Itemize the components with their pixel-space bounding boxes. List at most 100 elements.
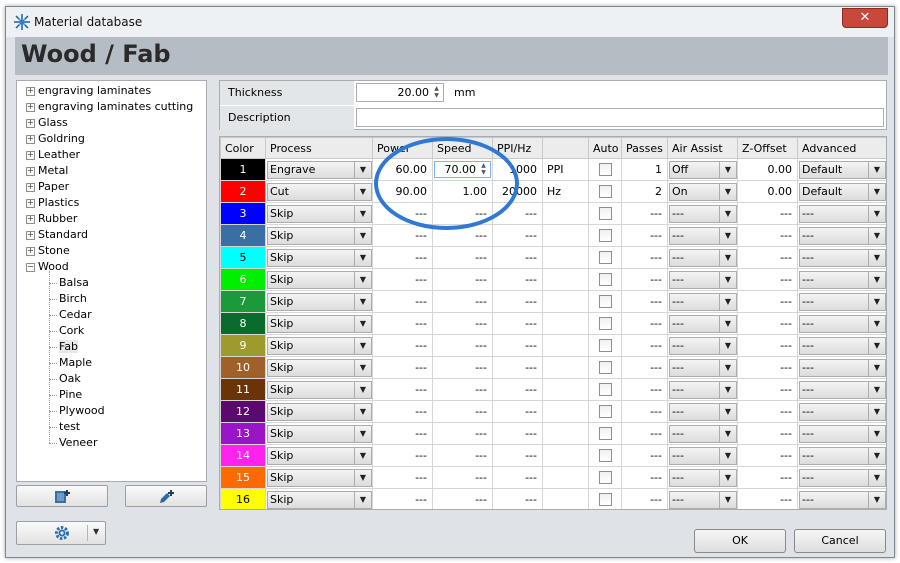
- tree-item-goldring[interactable]: + Goldring: [26, 131, 85, 147]
- process-dropdown[interactable]: Skip ▼: [267, 270, 372, 289]
- process-dropdown[interactable]: Cut ▼: [267, 182, 372, 201]
- advanced-dropdown[interactable]: --- ▼: [799, 380, 886, 399]
- color-swatch[interactable]: 13: [220, 422, 266, 445]
- chevron-down-icon[interactable]: ▼: [354, 425, 371, 442]
- auto-checkbox[interactable]: [598, 273, 612, 286]
- new-material-button[interactable]: [16, 485, 108, 507]
- chevron-down-icon[interactable]: ▼: [719, 469, 736, 486]
- color-swatch[interactable]: 1: [220, 158, 266, 181]
- power-cell[interactable]: ---: [372, 290, 433, 313]
- speed-cell[interactable]: ---: [432, 466, 493, 489]
- z-offset-cell[interactable]: ---: [737, 422, 798, 445]
- chevron-down-icon[interactable]: ▼: [868, 337, 885, 354]
- ppi-hz-cell[interactable]: ---: [492, 224, 543, 247]
- speed-cell[interactable]: ---: [432, 488, 493, 509]
- z-offset-cell[interactable]: ---: [737, 246, 798, 269]
- z-offset-cell[interactable]: ---: [737, 312, 798, 335]
- speed-cell[interactable]: ---: [432, 334, 493, 357]
- expand-icon[interactable]: −: [26, 262, 35, 272]
- power-cell[interactable]: 90.00: [372, 180, 433, 203]
- ok-button[interactable]: OK: [694, 529, 786, 553]
- power-cell[interactable]: ---: [372, 312, 433, 335]
- passes-cell[interactable]: ---: [621, 202, 668, 225]
- auto-checkbox[interactable]: [598, 339, 612, 352]
- tree-item-leather[interactable]: + Leather: [26, 147, 80, 163]
- z-offset-cell[interactable]: ---: [737, 290, 798, 313]
- power-cell[interactable]: ---: [372, 422, 433, 445]
- chevron-down-icon[interactable]: ▼: [719, 293, 736, 310]
- chevron-down-icon[interactable]: ▼: [719, 403, 736, 420]
- auto-checkbox[interactable]: [598, 251, 612, 264]
- chevron-down-icon[interactable]: ▼: [354, 491, 371, 508]
- chevron-down-icon[interactable]: ▼: [719, 249, 736, 266]
- passes-cell[interactable]: ---: [621, 488, 668, 509]
- chevron-down-icon[interactable]: ▼: [354, 271, 371, 288]
- chevron-down-icon[interactable]: ▼: [868, 205, 885, 222]
- tree-item-engraving-laminates[interactable]: + engraving laminates: [26, 83, 151, 99]
- auto-checkbox[interactable]: [598, 427, 612, 440]
- advanced-dropdown[interactable]: --- ▼: [799, 204, 886, 223]
- tree-item-test[interactable]: test: [59, 419, 80, 435]
- chevron-down-icon[interactable]: ▼: [354, 183, 371, 200]
- tree-item-standard[interactable]: + Standard: [26, 227, 88, 243]
- passes-cell[interactable]: 1: [621, 158, 668, 181]
- color-swatch[interactable]: 16: [220, 488, 266, 509]
- speed-cell[interactable]: 70.00 ▲ ▼: [432, 158, 493, 181]
- chevron-down-icon[interactable]: ▼: [354, 381, 371, 398]
- cancel-button[interactable]: Cancel: [794, 529, 886, 553]
- chevron-down-icon[interactable]: ▼: [868, 293, 885, 310]
- thickness-spinner[interactable]: ▲ ▼: [431, 85, 442, 100]
- tree-item-metal[interactable]: + Metal: [26, 163, 68, 179]
- process-dropdown[interactable]: Skip ▼: [267, 292, 372, 311]
- auto-checkbox[interactable]: [598, 163, 612, 176]
- tree-item-cedar[interactable]: Cedar: [59, 307, 92, 323]
- color-swatch[interactable]: 2: [220, 180, 266, 203]
- z-offset-cell[interactable]: ---: [737, 334, 798, 357]
- power-cell[interactable]: ---: [372, 378, 433, 401]
- z-offset-cell[interactable]: ---: [737, 268, 798, 291]
- expand-icon[interactable]: +: [26, 182, 35, 192]
- color-swatch[interactable]: 10: [220, 356, 266, 379]
- chevron-down-icon[interactable]: ▼: [719, 491, 736, 508]
- z-offset-cell[interactable]: ---: [737, 202, 798, 225]
- ppi-hz-cell[interactable]: ---: [492, 400, 543, 423]
- power-cell[interactable]: 60.00: [372, 158, 433, 181]
- process-dropdown[interactable]: Skip ▼: [267, 204, 372, 223]
- passes-cell[interactable]: ---: [621, 224, 668, 247]
- color-swatch[interactable]: 6: [220, 268, 266, 291]
- process-dropdown[interactable]: Skip ▼: [267, 402, 372, 421]
- auto-checkbox[interactable]: [598, 471, 612, 484]
- color-swatch[interactable]: 9: [220, 334, 266, 357]
- advanced-dropdown[interactable]: --- ▼: [799, 248, 886, 267]
- tree-item-oak[interactable]: Oak: [59, 371, 81, 387]
- auto-checkbox[interactable]: [598, 493, 612, 506]
- tree-item-fab[interactable]: Fab: [59, 339, 79, 355]
- advanced-dropdown[interactable]: Default ▼: [799, 160, 886, 179]
- air-assist-dropdown[interactable]: On ▼: [669, 182, 737, 201]
- auto-checkbox[interactable]: [598, 295, 612, 308]
- ppi-hz-cell[interactable]: ---: [492, 312, 543, 335]
- speed-cell[interactable]: ---: [432, 356, 493, 379]
- z-offset-cell[interactable]: ---: [737, 444, 798, 467]
- color-swatch[interactable]: 4: [220, 224, 266, 247]
- expand-icon[interactable]: +: [26, 118, 35, 128]
- passes-cell[interactable]: ---: [621, 466, 668, 489]
- chevron-down-icon[interactable]: ▼: [719, 337, 736, 354]
- chevron-down-icon[interactable]: ▼: [354, 249, 371, 266]
- ppi-hz-cell[interactable]: ---: [492, 290, 543, 313]
- air-assist-dropdown[interactable]: --- ▼: [669, 358, 737, 377]
- chevron-down-icon[interactable]: ▼: [354, 227, 371, 244]
- chevron-down-icon[interactable]: ▼: [868, 161, 885, 178]
- z-offset-cell[interactable]: 0.00: [737, 180, 798, 203]
- z-offset-cell[interactable]: ---: [737, 488, 798, 509]
- z-offset-cell[interactable]: 0.00: [737, 158, 798, 181]
- ppi-hz-cell[interactable]: ---: [492, 444, 543, 467]
- chevron-down-icon[interactable]: ▼: [868, 381, 885, 398]
- speed-cell[interactable]: ---: [432, 312, 493, 335]
- tree-item-wood[interactable]: − Wood: [26, 259, 69, 275]
- passes-cell[interactable]: ---: [621, 356, 668, 379]
- power-cell[interactable]: ---: [372, 466, 433, 489]
- air-assist-dropdown[interactable]: --- ▼: [669, 248, 737, 267]
- tree-item-plastics[interactable]: + Plastics: [26, 195, 79, 211]
- z-offset-cell[interactable]: ---: [737, 224, 798, 247]
